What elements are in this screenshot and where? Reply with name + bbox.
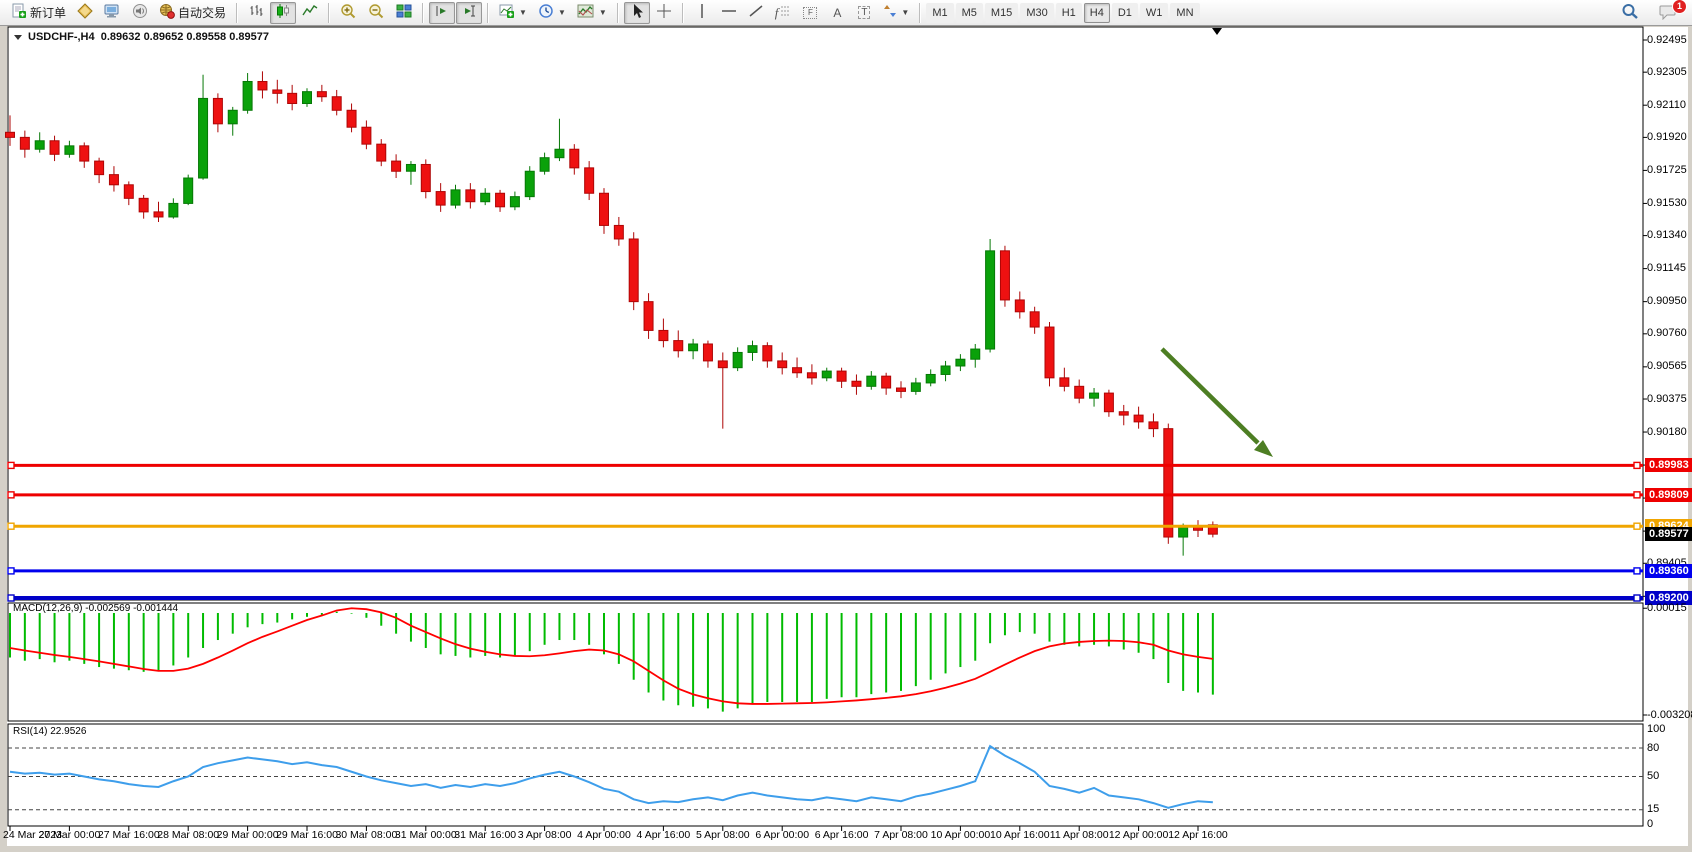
zoom-out-button[interactable] [363, 2, 390, 24]
periods-button[interactable]: ▼ [533, 2, 571, 24]
dropdown-caret-icon: ▼ [599, 8, 607, 17]
toolbar-separator [328, 3, 330, 23]
zoom-in-icon [340, 3, 357, 22]
label-tool-icon: T [858, 6, 870, 19]
line-chart-icon [302, 3, 318, 22]
clock-icon [538, 3, 554, 22]
toolbar-separator [617, 3, 619, 23]
arrows-tool-button[interactable]: ▼ [878, 2, 914, 24]
toolbar-separator [487, 3, 489, 23]
bar-chart-icon [248, 3, 264, 22]
zoom-in-button[interactable] [335, 2, 362, 24]
toolbar-separator [422, 3, 424, 23]
cursor-tool-button[interactable] [624, 2, 650, 24]
text-tool-button[interactable]: A [824, 2, 850, 24]
monitor-icon [104, 3, 121, 22]
notifications-button[interactable]: 1 [1654, 2, 1682, 24]
arrows-icon [883, 3, 897, 22]
tile-windows-icon [396, 3, 412, 22]
toolbar-separator [919, 3, 921, 23]
metaeditor-button[interactable] [99, 2, 126, 24]
globe-icon [159, 3, 175, 22]
crosshair-icon [656, 3, 672, 22]
tile-windows-button[interactable] [391, 2, 417, 24]
trendline-tool-button[interactable] [743, 2, 769, 24]
chart-shift-button[interactable] [456, 2, 482, 24]
candlestick-icon [275, 3, 291, 22]
auto-scroll-button[interactable] [429, 2, 455, 24]
timeframe-button-d1[interactable]: D1 [1112, 3, 1138, 23]
fibonacci-lines-icon [781, 4, 791, 21]
vertical-line-tool-button[interactable] [689, 2, 715, 24]
indicators-button[interactable]: ▼ [494, 2, 532, 24]
auto-trading-button[interactable]: 自动交易 [154, 2, 231, 24]
timeframe-button-m5[interactable]: M5 [956, 3, 983, 23]
auto-trading-label: 自动交易 [178, 4, 226, 21]
cursor-icon [630, 3, 644, 22]
dropdown-caret-icon: ▼ [519, 8, 527, 17]
channel-tool-button[interactable]: F [797, 2, 823, 24]
timeframe-toolbar: M1M5M15M30H1H4D1W1MN [926, 3, 1199, 23]
line-chart-mode-button[interactable] [297, 2, 323, 24]
toolbar: 新订单 自动交易 ▼ ▼ [0, 0, 1692, 26]
templates-button[interactable]: ▼ [572, 2, 612, 24]
trendline-icon [748, 3, 764, 22]
dropdown-caret-icon: ▼ [558, 8, 566, 17]
text-tool-icon: A [833, 6, 841, 20]
dropdown-caret-icon: ▼ [901, 8, 909, 17]
toolbar-separator [236, 3, 238, 23]
new-order-button[interactable]: 新订单 [6, 2, 71, 24]
fibonacci-tool-button[interactable]: f [770, 2, 797, 24]
indicator-add-icon [499, 3, 515, 22]
candlestick-mode-button[interactable] [270, 2, 296, 24]
bar-chart-mode-button[interactable] [243, 2, 269, 24]
fibonacci-icon: f [775, 5, 779, 21]
gold-diamond-icon [77, 3, 93, 22]
channel-icon: F [803, 7, 817, 19]
search-icon [1621, 3, 1639, 23]
search-button[interactable] [1616, 2, 1644, 24]
zoom-out-icon [368, 3, 385, 22]
timeframe-button-mn[interactable]: MN [1170, 3, 1199, 23]
new-order-icon [11, 3, 27, 22]
timeframe-button-m15[interactable]: M15 [985, 3, 1018, 23]
signals-button[interactable] [127, 2, 153, 24]
template-icon [577, 3, 595, 22]
notification-badge: 1 [1672, 0, 1687, 14]
horizontal-line-tool-button[interactable] [716, 2, 742, 24]
chart-shift-icon [461, 3, 477, 22]
chart-window[interactable] [7, 27, 1688, 846]
horizontal-line-icon [721, 3, 737, 22]
timeframe-button-m30[interactable]: M30 [1020, 3, 1053, 23]
timeframe-button-m1[interactable]: M1 [926, 3, 953, 23]
speaker-icon [132, 3, 148, 22]
toolbar-separator [682, 3, 684, 23]
new-order-label: 新订单 [30, 4, 66, 21]
toolbar-right: 1 [1616, 0, 1682, 26]
timeframe-button-w1[interactable]: W1 [1140, 3, 1169, 23]
crosshair-tool-button[interactable] [651, 2, 677, 24]
timeframe-button-h1[interactable]: H1 [1056, 3, 1082, 23]
label-tool-button[interactable]: T [851, 2, 877, 24]
timeframe-button-h4[interactable]: H4 [1084, 3, 1110, 23]
vertical-line-icon [697, 3, 707, 22]
auto-scroll-icon [434, 3, 450, 22]
profile-button[interactable] [72, 2, 98, 24]
